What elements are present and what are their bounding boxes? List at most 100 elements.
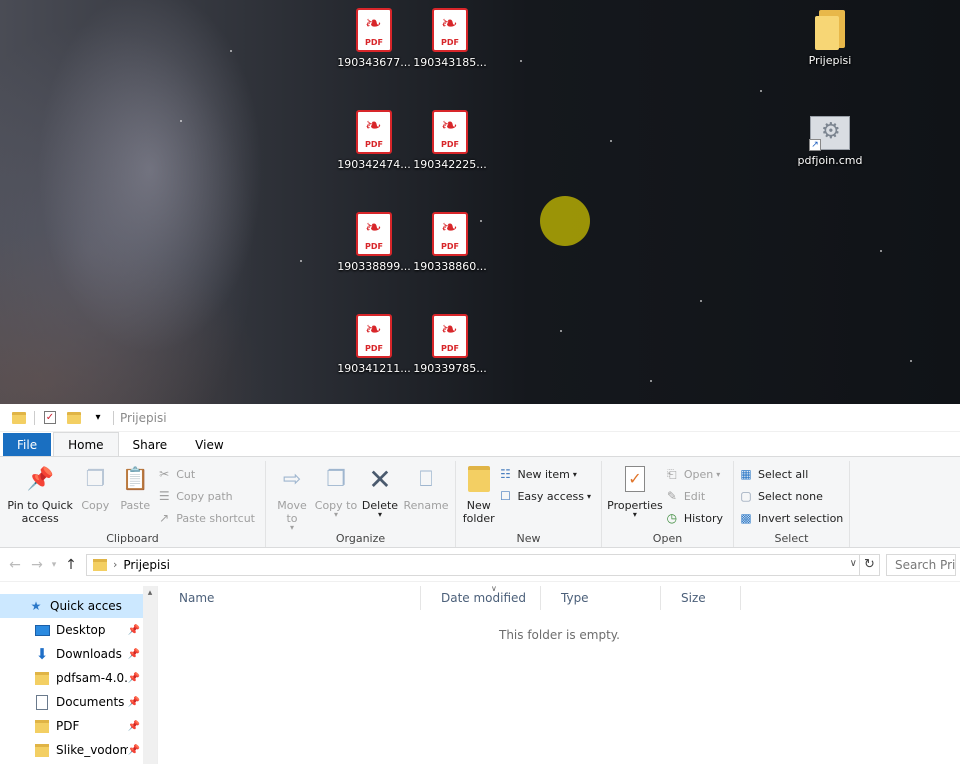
tab-share[interactable]: Share <box>119 433 182 456</box>
pin-icon[interactable]: 📌 <box>128 625 140 636</box>
tab-view[interactable]: View <box>181 433 237 456</box>
pdf-file-icon: ❧ PDF <box>356 8 392 52</box>
paste-shortcut-button[interactable]: ↗ Paste shortcut <box>156 507 261 529</box>
address-dropdown-icon[interactable]: ∨ <box>850 558 857 569</box>
nav-item-pdfsam[interactable]: pdfsam-4.0.1 📌 <box>0 666 144 690</box>
group-label: Organize <box>335 532 386 545</box>
column-type[interactable]: Type <box>541 586 661 610</box>
desktop-icon-label: 190338899... <box>337 260 411 273</box>
customize-toolbar-icon[interactable]: ▾ <box>89 409 107 427</box>
column-size[interactable]: Size <box>661 586 741 610</box>
forward-arrow-icon[interactable]: → <box>26 557 48 573</box>
desktop-pdf-file[interactable]: ❧ PDF 190343677... <box>336 8 412 69</box>
pdf-file-icon: ❧ PDF <box>432 212 468 256</box>
ribbon: 📌 Pin to Quick access ❐ Copy 📋 Paste ✂ Cu… <box>0 456 960 548</box>
cmd-script-icon: ⚙ ↗ <box>809 116 850 151</box>
column-date-modified[interactable]: Date modified <box>421 586 541 610</box>
clipboard-icon: 📋 <box>121 466 149 492</box>
new-group: New folder ☷ New item ▾ ☐ Easy access ▾ New <box>456 461 602 547</box>
window-folder-icon <box>10 409 28 427</box>
desktop-pdf-file[interactable]: ❧ PDF 190343185... <box>412 8 488 69</box>
desktop-shortcut-pdfjoin[interactable]: ⚙ ↗ pdfjoin.cmd <box>792 116 868 167</box>
pin-icon[interactable]: 📌 <box>128 697 140 708</box>
search-input[interactable]: Search Prijepisi <box>886 553 956 576</box>
new-item-icon: ☷ <box>500 467 511 481</box>
delete-x-icon: ✕ <box>368 462 392 496</box>
desktop-pdf-file[interactable]: ❧ PDF 190342225... <box>412 110 488 171</box>
nav-item-downloads[interactable]: ⬇ Downloads 📌 <box>0 642 144 666</box>
group-label: New <box>516 532 541 545</box>
download-icon: ⬇ <box>35 645 49 663</box>
address-bar-row: ← → ▾ ↑ › Prijepisi ∨ ↻ Search Prijepisi <box>0 548 960 582</box>
pdf-file-icon: ❧ PDF <box>432 314 468 358</box>
desktop-pdf-file[interactable]: ❧ PDF 190339785... <box>412 314 488 375</box>
select-none-button[interactable]: ▢ Select none <box>738 485 849 507</box>
desktop-pdf-file[interactable]: ❧ PDF 190342474... <box>336 110 412 171</box>
nav-item-documents[interactable]: Documents 📌 <box>0 690 144 714</box>
copy-path-icon: ☰ <box>158 489 170 503</box>
nav-item-pdf[interactable]: PDF 📌 <box>0 714 144 738</box>
pin-icon[interactable]: 📌 <box>128 745 140 756</box>
copy-path-button[interactable]: ☰ Copy path <box>156 485 261 507</box>
tab-home[interactable]: Home <box>53 432 119 456</box>
pdf-file-icon: ❧ PDF <box>356 314 392 358</box>
rename-icon: ⎕ <box>419 466 433 492</box>
pdf-file-icon: ❧ PDF <box>356 110 392 154</box>
back-arrow-icon[interactable]: ← <box>4 557 26 573</box>
pin-icon[interactable]: 📌 <box>128 673 140 684</box>
refresh-icon[interactable]: ↻ <box>860 553 880 576</box>
desktop-icon-label: Prijepisi <box>808 54 852 67</box>
open-button[interactable]: ⎗ Open ▾ <box>664 463 729 485</box>
pin-icon[interactable]: 📌 <box>128 649 140 660</box>
sort-chevron-icon: ∨ <box>491 584 497 593</box>
new-item-button[interactable]: ☷ New item ▾ <box>497 463 597 485</box>
empty-folder-message: This folder is empty. <box>499 628 620 642</box>
history-button[interactable]: ◷ History <box>664 507 729 529</box>
desktop-pdf-file[interactable]: ❧ PDF 190341211... <box>336 314 412 375</box>
edit-icon: ✎ <box>666 489 677 503</box>
desktop-pdf-file[interactable]: ❧ PDF 190338860... <box>412 212 488 273</box>
folder-icon <box>815 10 845 50</box>
breadcrumb-chevron-icon[interactable]: › <box>113 558 117 571</box>
clipboard-group: 📌 Pin to Quick access ❐ Copy 📋 Paste ✂ Cu… <box>0 461 266 547</box>
pin-icon[interactable]: 📌 <box>128 721 140 732</box>
select-all-button[interactable]: ▦ Select all <box>738 463 849 485</box>
desktop-icon-label: 190342225... <box>413 158 487 171</box>
file-list: Name Date modified Type Size ∨ This fold… <box>159 584 960 764</box>
folder-icon <box>34 718 50 734</box>
column-name[interactable]: Name <box>159 586 421 610</box>
pdf-file-icon: ❧ PDF <box>356 212 392 256</box>
easy-access-button[interactable]: ☐ Easy access ▾ <box>497 485 597 507</box>
desktop-icon-label: 190341211... <box>337 362 411 375</box>
nav-item-quick-access[interactable]: ★ Quick access <box>0 594 144 618</box>
desktop-icon-label: 190343185... <box>413 56 487 69</box>
desktop-folder-prijepisi[interactable]: Prijepisi <box>792 10 868 67</box>
breadcrumb-current[interactable]: Prijepisi <box>123 558 170 572</box>
recent-locations-icon[interactable]: ▾ <box>48 560 60 570</box>
star-icon: ★ <box>30 599 42 613</box>
up-arrow-icon[interactable]: ↑ <box>60 557 82 573</box>
desktop-pdf-file[interactable]: ❧ PDF 190338899... <box>336 212 412 273</box>
group-label: Select <box>774 532 809 545</box>
navigation-scrollbar[interactable]: ▴ <box>143 586 157 764</box>
file-explorer-window: ✓ ▾ Prijepisi File Home Share View 📌 Pin… <box>0 404 960 764</box>
open-icon: ⎗ <box>667 466 677 481</box>
select-none-icon: ▢ <box>740 489 752 503</box>
desktop-icon-label: 190342474... <box>337 158 411 171</box>
properties-quick-icon[interactable]: ✓ <box>41 409 59 427</box>
nav-item-slike-vodomj[interactable]: Slike_vodomj 📌 <box>0 738 144 762</box>
ribbon-tabs: File Home Share View <box>0 432 960 456</box>
cut-button[interactable]: ✂ Cut <box>156 463 261 485</box>
address-bar[interactable]: › Prijepisi ∨ <box>86 553 860 576</box>
invert-selection-button[interactable]: ▩ Invert selection <box>738 507 849 529</box>
tab-file[interactable]: File <box>3 433 52 456</box>
scroll-up-icon[interactable]: ▴ <box>143 586 157 600</box>
new-folder-quick-icon[interactable] <box>65 409 83 427</box>
desktop-icon <box>34 622 50 638</box>
nav-item-desktop[interactable]: Desktop 📌 <box>0 618 144 642</box>
pdf-file-icon: ❧ PDF <box>432 8 468 52</box>
edit-button[interactable]: ✎ Edit <box>664 485 729 507</box>
document-icon <box>34 694 50 710</box>
pdf-file-icon: ❧ PDF <box>432 110 468 154</box>
paste-shortcut-icon: ↗ <box>159 511 170 525</box>
